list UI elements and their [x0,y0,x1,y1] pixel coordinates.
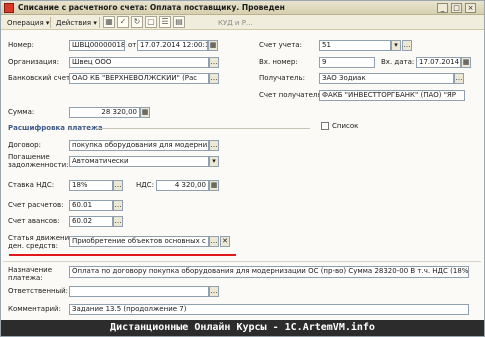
bank-account-label: Банковский счет: [8,74,73,82]
in-date-field[interactable]: 17.07.2014 [416,57,461,68]
recipient-label: Получатель: [259,74,305,82]
number-field[interactable]: ШВЦ00000018 [69,40,125,51]
purpose-field[interactable]: Оплата по договору покупка оборудования … [69,266,469,278]
section-divider [95,128,310,129]
org-label: Организация: [8,58,59,66]
settlements-field[interactable]: 60.01 [69,200,113,211]
date-from-label: от [128,41,137,49]
toolbar-separator [50,17,51,28]
recipient-account-field[interactable]: ФАКБ "ИНВЕСТТОРГБАНК" (ПАО) "ЯР [319,90,465,101]
kudir-button[interactable]: КУД и Р... [215,16,256,29]
purpose-label-line2: платежа: [8,274,43,282]
responsible-field[interactable] [69,286,209,297]
comment-field[interactable]: Задание 13.5 (продолжение 7) [69,304,469,315]
org-field[interactable]: Швец ООО [69,57,209,68]
maximize-button[interactable]: □ [451,3,462,13]
in-number-label: Вх. номер: [259,58,298,66]
select-button[interactable]: … [402,40,412,51]
window-title: Списание с расчетного счета: Оплата пост… [18,3,285,12]
structure-icon[interactable]: ☰ [159,16,171,28]
cashflow-select-button[interactable]: … [209,236,219,247]
toolbar: Операция ▾ Действия ▾ ▦ ✓ ↻ ▢ ☰ ▤ КУД и … [1,15,484,30]
cashflow-label-line2: ден. средств: [8,242,59,250]
refresh-icon[interactable]: ↻ [131,16,143,28]
advances-field[interactable]: 60.02 [69,216,113,227]
vat-rate-label: Ставка НДС: [8,181,55,189]
vat-label: НДС: [136,181,154,189]
document-window: Списание с расчетного счета: Оплата пост… [0,0,485,337]
cashflow-field[interactable]: Приобретение объектов основных с [69,236,209,247]
calculator-icon[interactable]: ▦ [140,107,150,118]
contract-field[interactable]: покупка оборудования для модерни [69,140,209,151]
operation-menu[interactable]: Операция ▾ [4,16,52,29]
comment-label: Комментарий: [8,305,61,313]
close-button[interactable]: × [465,3,476,13]
in-date-calendar-icon[interactable]: ▦ [461,57,471,68]
document-icon [4,3,14,13]
ledger-icon[interactable]: ▤ [173,16,185,28]
sum-label: Сумма: [8,108,35,116]
recipient-select-button[interactable]: … [454,73,464,84]
vat-rate-select[interactable]: 18% [69,180,113,191]
list-checkbox[interactable] [321,122,329,130]
cashflow-clear-icon[interactable]: ✕ [220,236,230,247]
copy-icon[interactable]: ▢ [145,16,157,28]
toolbar-separator [99,17,100,28]
breakdown-section-title: Расшифровка платежа [8,124,103,132]
account-select[interactable]: 51 [319,40,391,51]
contract-label: Договор: [8,141,41,149]
save-icon[interactable]: ▦ [103,16,115,28]
debt-dropdown-icon[interactable]: ▾ [209,156,219,167]
vat-calculator-icon[interactable]: ▦ [209,180,219,191]
post-icon[interactable]: ✓ [117,16,129,28]
contract-select-button[interactable]: … [209,140,219,151]
highlight-underline [9,254,236,256]
settlements-label: Счет расчетов: [8,201,64,209]
dropdown-icon[interactable]: ▾ [391,40,401,51]
list-checkbox-label: Список [332,122,359,130]
account-label: Счет учета: [259,41,302,49]
in-date-label: Вх. дата: [381,58,415,66]
bank-account-select-button[interactable]: … [209,73,219,84]
title-bar: Списание с расчетного счета: Оплата пост… [1,1,484,15]
debt-label-line2: задолженности: [8,161,69,169]
minimize-button[interactable]: _ [437,3,448,13]
actions-menu[interactable]: Действия ▾ [53,16,100,29]
recipient-field[interactable]: ЗАО Зодиак [319,73,454,84]
org-select-button[interactable]: … [209,57,219,68]
debt-select[interactable]: Автоматически [69,156,209,167]
course-banner: Дистанционные Онлайн Курсы - 1C.ArtemVM.… [1,320,484,336]
advances-label: Счет авансов: [8,217,60,225]
recipient-account-label: Счет получателя: [259,91,324,99]
date-field[interactable]: 17.07.2014 12:00:15 [137,40,208,51]
bank-account-field[interactable]: ОАО КБ "ВЕРХНЕВОЛЖСКИЙ" (Рас [69,73,209,84]
calendar-icon[interactable]: ▦ [208,40,218,51]
bottom-divider [3,261,481,262]
sum-field[interactable]: 28 320,00 [69,107,140,118]
responsible-select-button[interactable]: … [209,286,219,297]
vat-rate-select-button[interactable]: … [113,180,123,191]
settlements-select-button[interactable]: … [113,200,123,211]
advances-select-button[interactable]: … [113,216,123,227]
vat-field[interactable]: 4 320,00 [156,180,209,191]
responsible-label: Ответственный: [8,287,69,295]
in-number-field[interactable]: 9 [319,57,375,68]
number-label: Номер: [8,41,34,49]
